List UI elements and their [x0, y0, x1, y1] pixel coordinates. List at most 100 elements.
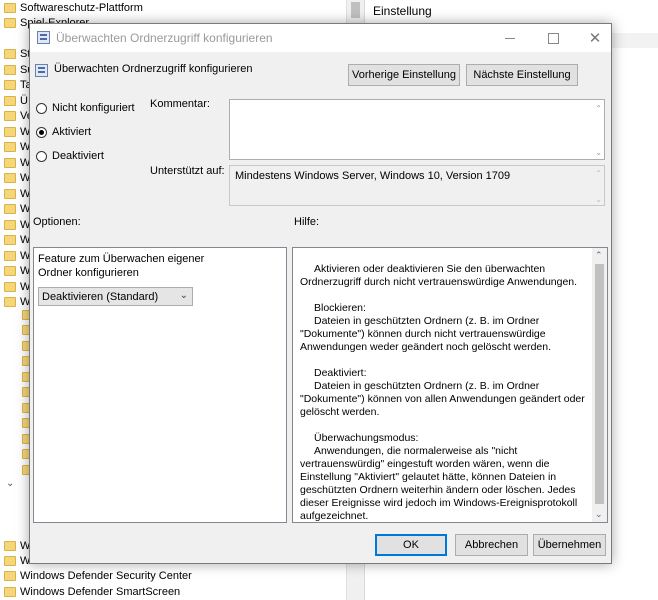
folder-icon	[4, 297, 16, 307]
tree-item[interactable]: W	[4, 186, 30, 202]
apply-button[interactable]: Übernehmen	[533, 534, 606, 556]
tree-item[interactable]: Windows Defender Security Center	[4, 568, 192, 584]
help-paragraph: Dateien in geschützten Ordnern (z. B. im…	[300, 380, 585, 418]
folder-icon	[4, 189, 16, 199]
help-label: Hilfe:	[294, 216, 320, 228]
scroll-down-icon[interactable]: ⌄	[595, 148, 602, 157]
window-title: Überwachten Ordnerzugriff konfigurieren	[56, 31, 273, 45]
help-panel: Aktivieren oder deaktivieren Sie den übe…	[292, 247, 608, 523]
folder-icon	[4, 204, 16, 214]
option-select[interactable]: Deaktivieren (Standard) ⌄	[38, 287, 193, 306]
folder-icon	[4, 541, 16, 551]
tree-item[interactable]: Ta	[4, 77, 32, 93]
tree-item[interactable]: W	[4, 170, 30, 186]
close-icon[interactable]: ✕	[583, 26, 607, 50]
radio-circle[interactable]	[36, 102, 47, 114]
tree-item-label: Ü	[20, 95, 28, 107]
scroll-up-icon[interactable]: ⌃	[595, 169, 602, 178]
column-header-setting[interactable]: Einstellung	[373, 4, 432, 18]
tree-item[interactable]: Ü	[4, 93, 28, 109]
tree-item[interactable]: W	[4, 139, 30, 155]
maximize-icon[interactable]	[541, 26, 565, 50]
help-paragraph: Dateien in geschützten Ordnern (z. B. im…	[300, 315, 552, 353]
help-heading: Überwachungsmodus:	[314, 432, 419, 444]
folder-icon	[4, 266, 16, 276]
folder-icon	[4, 18, 16, 28]
collapse-chevron-icon[interactable]: ⌄	[6, 478, 14, 489]
tree-item[interactable]: W	[4, 217, 30, 233]
radio-circle-selected[interactable]	[36, 126, 47, 138]
tree-item[interactable]: St	[4, 46, 30, 62]
tree-item[interactable]: W	[4, 279, 30, 295]
options-panel: Feature zum Überwachen eigener Ordner ko…	[33, 247, 287, 523]
tree-item[interactable]: W	[4, 553, 30, 569]
chevron-down-icon: ⌄	[179, 290, 188, 301]
folder-icon	[4, 587, 16, 597]
folder-icon	[4, 251, 16, 261]
supported-label: Unterstützt auf:	[150, 165, 225, 177]
help-heading: Blockieren:	[314, 302, 366, 314]
tree-item[interactable]: W	[4, 201, 30, 217]
scroll-down-icon[interactable]: ⌄	[595, 509, 603, 520]
tree-item[interactable]: Windows Defender SmartScreen	[4, 584, 180, 600]
folder-icon	[4, 282, 16, 292]
tree-item[interactable]: W	[4, 294, 30, 310]
radio-label: Deaktiviert	[52, 150, 104, 162]
scroll-down-icon[interactable]: ⌄	[595, 195, 602, 204]
option-select-value: Deaktivieren (Standard)	[42, 290, 159, 303]
folder-icon	[4, 65, 16, 75]
ok-button[interactable]: OK	[375, 534, 447, 556]
folder-icon	[4, 3, 16, 13]
comment-label: Kommentar:	[150, 98, 210, 110]
options-label: Optionen:	[33, 216, 81, 228]
help-paragraph: Aktivieren oder deaktivieren Sie den übe…	[300, 263, 578, 288]
folder-icon	[4, 111, 16, 121]
help-paragraph: Anwendungen, die normalerweise als "nich…	[300, 445, 578, 522]
folder-icon	[4, 158, 16, 168]
scroll-up-icon[interactable]: ⌃	[595, 250, 603, 261]
tree-item[interactable]: W	[4, 232, 30, 248]
scroll-thumb[interactable]	[351, 2, 360, 18]
tree-item[interactable]: Softwareschutz-Plattform	[4, 0, 143, 16]
title-bar[interactable]: Überwachten Ordnerzugriff konfigurieren …	[30, 24, 611, 52]
help-scrollbar[interactable]: ⌃ ⌄	[592, 248, 607, 522]
scroll-thumb[interactable]	[595, 264, 604, 504]
tree-item[interactable]: W	[4, 263, 30, 279]
folder-icon	[4, 49, 16, 59]
previous-setting-button[interactable]: Vorherige Einstellung	[348, 64, 460, 86]
help-text: Aktivieren oder deaktivieren Sie den übe…	[300, 263, 592, 536]
tree-item[interactable]: W	[4, 124, 30, 140]
radio-disabled[interactable]: Deaktiviert	[36, 150, 104, 162]
folder-icon	[4, 220, 16, 230]
radio-circle[interactable]	[36, 150, 47, 162]
policy-dialog: Überwachten Ordnerzugriff konfigurieren …	[29, 23, 612, 564]
tree-item-label: Windows Defender Security Center	[20, 570, 192, 582]
policy-icon	[37, 31, 50, 44]
next-setting-button[interactable]: Nächste Einstellung	[466, 64, 578, 86]
minimize-icon[interactable]	[498, 26, 522, 50]
folder-icon	[4, 571, 16, 581]
policy-icon	[35, 64, 48, 77]
scroll-up-icon[interactable]: ⌃	[595, 104, 602, 113]
radio-enabled[interactable]: Aktiviert	[36, 126, 91, 138]
supported-on-box: Mindestens Windows Server, Windows 10, V…	[229, 165, 605, 206]
setting-title: Überwachten Ordnerzugriff konfigurieren	[54, 63, 253, 75]
tree-item-label: Softwareschutz-Plattform	[20, 2, 143, 14]
help-heading: Deaktiviert:	[314, 367, 367, 379]
folder-icon	[4, 80, 16, 90]
option-feature-label: Feature zum Überwachen eigener Ordner ko…	[38, 253, 205, 279]
tree-item[interactable]: W	[4, 538, 30, 554]
tree-item-label: Windows Defender SmartScreen	[20, 586, 181, 598]
tree-item[interactable]: W	[4, 155, 30, 171]
folder-icon	[4, 235, 16, 245]
radio-not-configured[interactable]: Nicht konfiguriert	[36, 102, 135, 114]
folder-icon	[4, 142, 16, 152]
radio-label: Aktiviert	[52, 126, 92, 138]
folder-icon	[4, 556, 16, 566]
folder-icon	[4, 127, 16, 137]
folder-icon	[4, 173, 16, 183]
tree-item[interactable]: W	[4, 248, 30, 264]
cancel-button[interactable]: Abbrechen	[455, 534, 528, 556]
comment-textarea[interactable]: ⌃ ⌄	[229, 99, 605, 160]
radio-label: Nicht konfiguriert	[52, 102, 135, 114]
